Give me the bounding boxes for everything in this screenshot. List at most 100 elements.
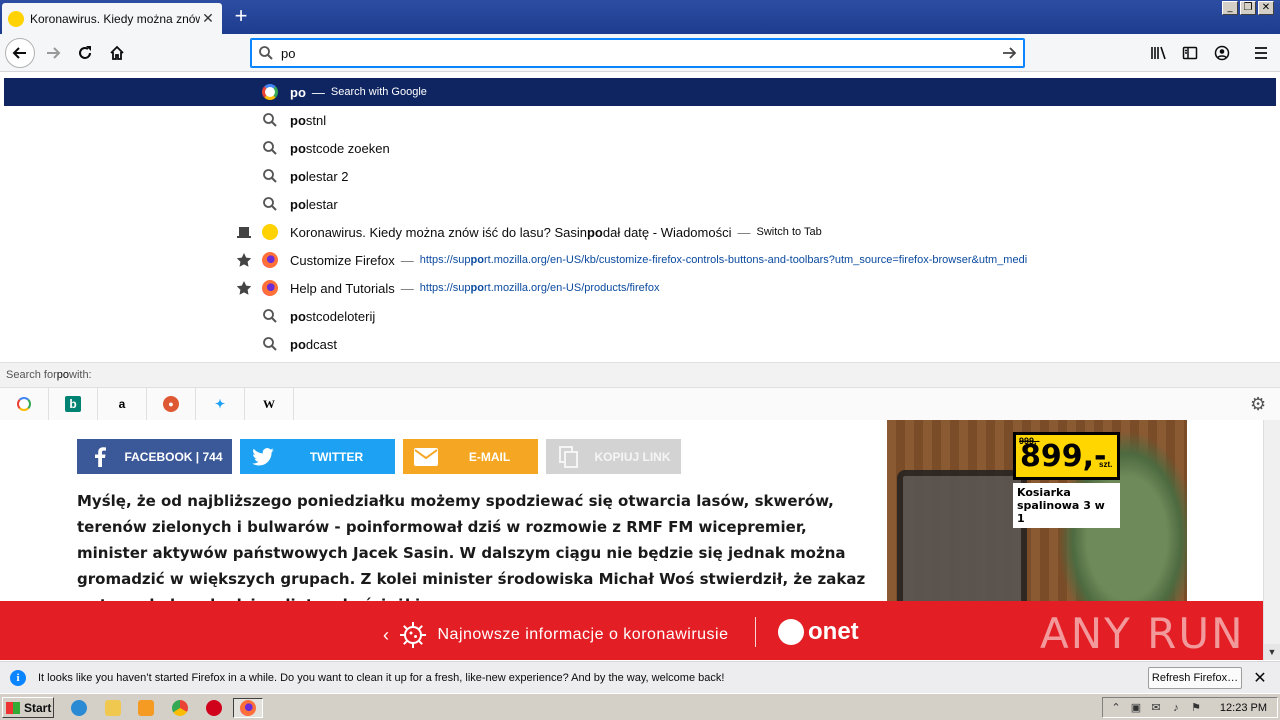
go-arrow-icon[interactable] [994, 39, 1024, 67]
menu-button[interactable] [1246, 38, 1276, 68]
suggestion-row-open-tab[interactable]: Koronawirus. Kiedy można znów iść do las… [4, 218, 1276, 246]
refresh-firefox-notification: i It looks like you haven’t started Fire… [0, 661, 1280, 693]
taskbar-opera-button[interactable] [203, 698, 225, 718]
reload-button[interactable] [70, 38, 100, 68]
home-button[interactable] [102, 38, 132, 68]
taskbar-chrome-button[interactable] [169, 698, 191, 718]
engine-amazon-button[interactable]: a [98, 388, 147, 420]
search-icon [262, 140, 278, 156]
tray-expand-icon[interactable]: ⌃ [1109, 701, 1123, 715]
search-settings-gear-icon[interactable]: ⚙ [1250, 395, 1268, 413]
ad-price-unit: szt. [1099, 460, 1113, 469]
onet-banner-text: Najnowsze informacje o koronawirusie [437, 626, 729, 643]
folder-icon [105, 700, 121, 716]
suggestion-row[interactable]: po stcode zoeken [4, 134, 1276, 162]
library-button[interactable] [1144, 38, 1174, 68]
volume-icon[interactable]: ♪ [1169, 701, 1183, 715]
ad-product-name: Kosiarka spalinowa 3 w 1 [1013, 483, 1120, 528]
search-for-label: Search for po with: [0, 362, 1280, 387]
switch-tab-icon [232, 226, 256, 238]
sidebar-icon [1182, 46, 1198, 60]
share-email-button[interactable]: E-MAIL [403, 439, 538, 474]
page-scrollbar[interactable]: ▼ [1263, 420, 1280, 660]
windows-logo-icon [6, 701, 20, 714]
star-icon [232, 280, 256, 296]
back-button[interactable] [5, 38, 35, 68]
facebook-icon [85, 446, 115, 467]
suggestion-row-search[interactable]: po — Search with Google [4, 78, 1276, 106]
switch-to-tab-label: Switch to Tab [756, 226, 822, 238]
url-input[interactable] [281, 40, 994, 66]
suggestion-row[interactable]: po stcodeloterij [4, 302, 1276, 330]
minimize-button[interactable]: _ [1222, 1, 1238, 15]
close-window-button[interactable]: ✕ [1258, 1, 1274, 15]
action-center-icon[interactable]: ✉ [1149, 701, 1163, 715]
duckduckgo-icon: ● [163, 396, 179, 412]
web-page-content: FACEBOOK | 744 TWITTER E-MAIL KOPIUJ LIN… [0, 420, 1280, 660]
tab-favicon-icon [262, 224, 278, 240]
suggestion-row[interactable]: po lestar 2 [4, 162, 1276, 190]
google-icon [262, 84, 278, 100]
clock[interactable]: 12:23 PM [1220, 702, 1267, 714]
engine-duckduckgo-button[interactable]: ● [147, 388, 196, 420]
engine-bing-button[interactable]: b [49, 388, 98, 420]
forward-button[interactable] [38, 38, 68, 68]
account-icon [1214, 45, 1230, 61]
search-icon [262, 196, 278, 212]
arrow-left-icon [12, 47, 26, 59]
firefox-icon [240, 700, 256, 716]
tab-close-icon[interactable]: ✕ [200, 10, 216, 27]
star-icon [232, 252, 256, 268]
internet-explorer-icon [71, 700, 87, 716]
sidebar-button[interactable] [1175, 38, 1205, 68]
notification-close-icon[interactable]: ✕ [1252, 668, 1268, 688]
suggestion-row[interactable]: po dcast [4, 330, 1276, 358]
chevron-left-icon[interactable]: ‹ [383, 625, 390, 646]
system-tray: ⌃ ▣ ✉ ♪ ⚑ 12:23 PM [1102, 697, 1278, 718]
active-tab[interactable]: Koronawirus. Kiedy można znów iść do las… [2, 3, 222, 34]
google-icon [16, 396, 32, 412]
refresh-firefox-button[interactable]: Refresh Firefox… [1148, 666, 1242, 689]
advertisement-banner[interactable]: 899,- 999,- szt. Kosiarka spalinowa 3 w … [887, 420, 1187, 601]
start-button[interactable]: Start [2, 697, 54, 718]
engine-google-button[interactable] [0, 388, 49, 420]
share-facebook-button[interactable]: FACEBOOK | 744 [77, 439, 232, 474]
search-icon [262, 112, 278, 128]
suggestion-row-bookmark[interactable]: Help and Tutorials — https://support.moz… [4, 274, 1276, 302]
windows-taskbar: Start ⌃ ▣ ✉ ♪ ⚑ 12:23 PM [0, 693, 1280, 720]
restore-button[interactable]: ❐ [1240, 1, 1256, 15]
engine-twitter-button[interactable]: ✦ [196, 388, 245, 420]
new-tab-button[interactable]: + [230, 5, 252, 27]
twitter-bird-icon [248, 447, 278, 466]
scroll-down-arrow-icon[interactable]: ▼ [1264, 644, 1280, 660]
arrow-right-icon [47, 47, 61, 59]
suggestion-row[interactable]: po stnl [4, 106, 1276, 134]
suggestion-action: Search with Google [330, 86, 427, 98]
bing-icon: b [65, 396, 81, 412]
firefox-icon [262, 252, 278, 268]
copy-icon [554, 445, 584, 468]
address-bar[interactable] [250, 38, 1025, 68]
suggestion-row-bookmark[interactable]: Customize Firefox — https://support.mozi… [4, 246, 1276, 274]
home-icon [110, 45, 124, 60]
divider [755, 617, 756, 647]
copy-link-button[interactable]: KOPIUJ LINK [546, 439, 681, 474]
url-suggestions-popup: po — Search with Google po stnl po stcode … [0, 73, 1280, 420]
reload-icon [79, 46, 91, 59]
flag-icon[interactable]: ⚑ [1189, 701, 1203, 715]
search-icon [262, 168, 278, 184]
account-button[interactable] [1207, 38, 1237, 68]
taskbar-firefox-button[interactable] [233, 698, 263, 718]
media-player-icon [138, 700, 154, 716]
engine-wikipedia-button[interactable]: W [245, 388, 294, 420]
taskbar-media-button[interactable] [135, 698, 157, 718]
share-twitter-button[interactable]: TWITTER [240, 439, 395, 474]
onet-news-banner[interactable]: ‹ Najnowsze informacje o koronawirusie o… [0, 601, 1280, 660]
amazon-icon: a [118, 397, 126, 411]
taskbar-ie-button[interactable] [68, 698, 90, 718]
tab-title: Koronawirus. Kiedy można znów iść do las… [30, 11, 200, 26]
taskbar-explorer-button[interactable] [102, 698, 124, 718]
network-icon[interactable]: ▣ [1129, 701, 1143, 715]
opera-icon [206, 700, 222, 716]
suggestion-row[interactable]: po lestar [4, 190, 1276, 218]
